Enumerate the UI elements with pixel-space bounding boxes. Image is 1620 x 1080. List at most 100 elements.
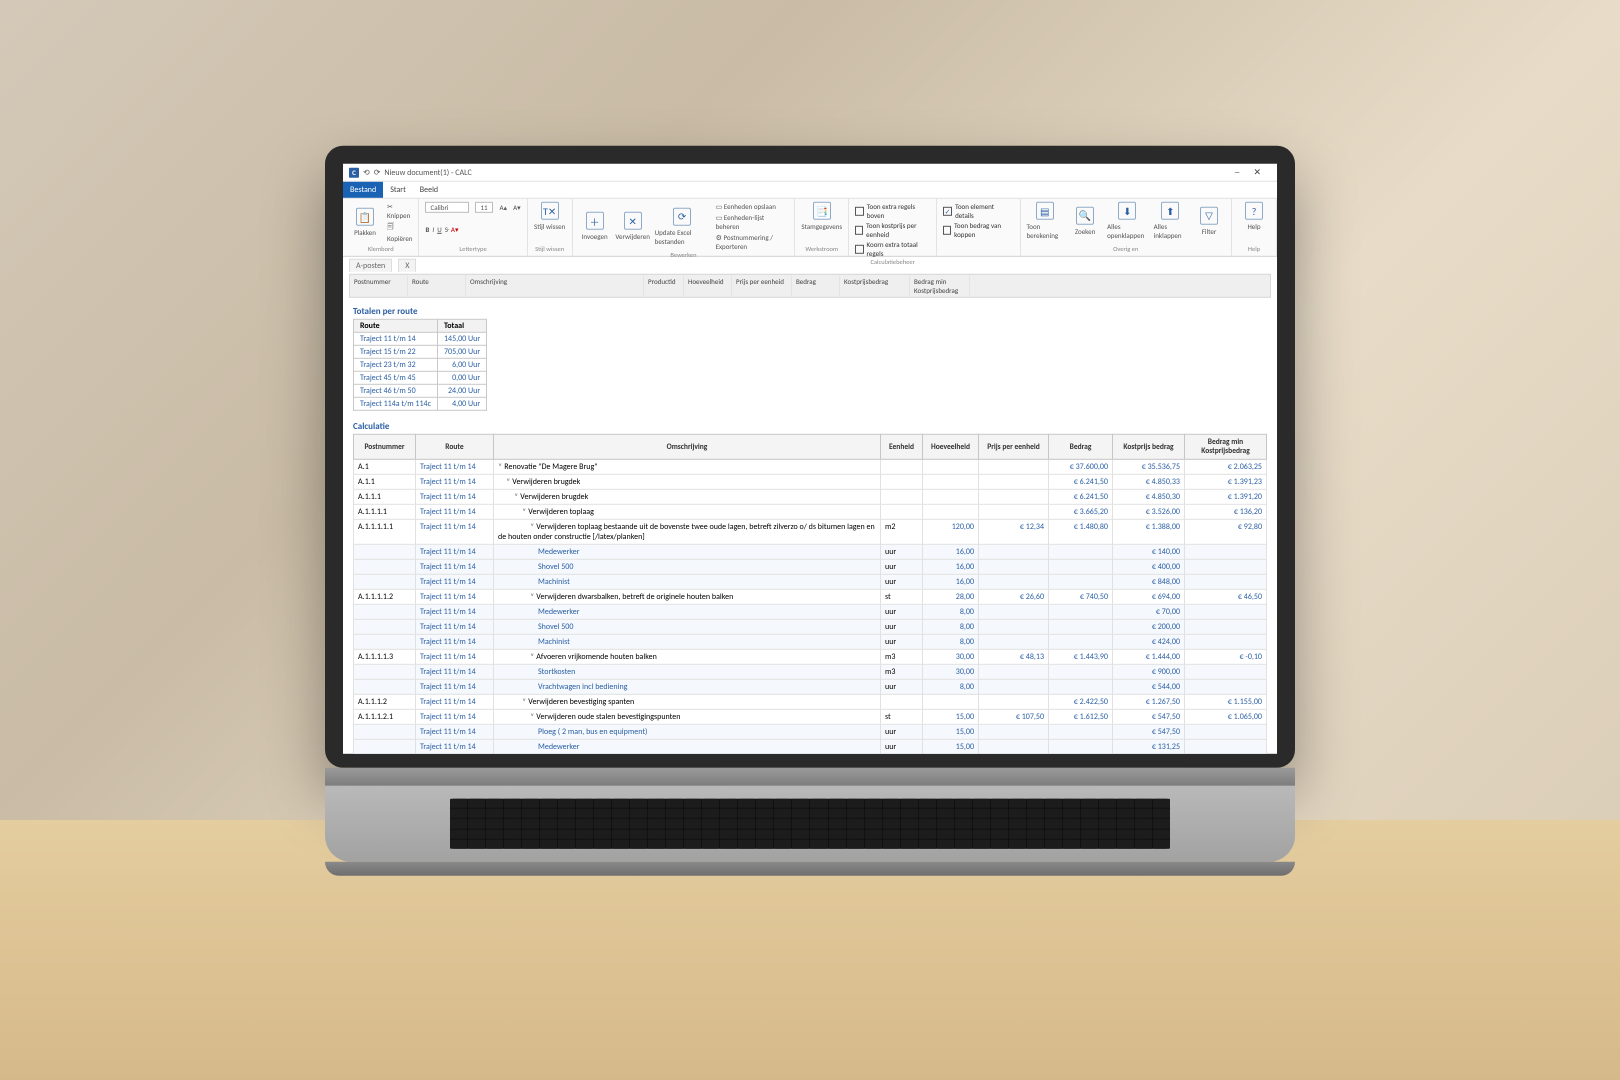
route-link[interactable]: Traject 11 t/m 14 bbox=[420, 507, 476, 517]
desc-link[interactable]: Stortkosten bbox=[538, 667, 575, 677]
doc-tab-close[interactable]: X bbox=[398, 259, 416, 272]
content-area: Totalen per route Route Totaal Traject 1… bbox=[343, 298, 1277, 754]
route-link[interactable]: Traject 114a t/m 114c bbox=[360, 399, 431, 409]
desc-link[interactable]: Medewerker bbox=[538, 607, 580, 617]
expand-icon[interactable]: ˅ bbox=[498, 462, 502, 472]
expand-icon[interactable]: ˅ bbox=[514, 492, 518, 502]
route-link[interactable]: Traject 11 t/m 14 bbox=[420, 522, 476, 532]
insert-button[interactable]: ＋Invoegen bbox=[579, 212, 611, 241]
expand-all-button[interactable]: ⬇Alles openklappen bbox=[1107, 202, 1148, 240]
route-link[interactable]: Traject 23 t/m 32 bbox=[360, 360, 416, 370]
expand-icon[interactable]: ˅ bbox=[530, 652, 534, 662]
show-calc-button[interactable]: ▤Toon berekening bbox=[1027, 202, 1064, 240]
route-link[interactable]: Traject 11 t/m 14 bbox=[420, 727, 476, 737]
desc-link[interactable]: Vrachtwagen incl bediening bbox=[538, 682, 627, 692]
route-link[interactable]: Traject 11 t/m 14 bbox=[420, 492, 476, 502]
route-link[interactable]: Traject 11 t/m 14 bbox=[420, 462, 476, 472]
calc-header[interactable]: Kostprijs bedrag bbox=[1113, 434, 1185, 459]
route-link[interactable]: Traject 11 t/m 14 bbox=[420, 477, 476, 487]
update-excel-button[interactable]: ⟳Update Excel bestanden bbox=[655, 207, 710, 245]
collapse-all-button[interactable]: ⬆Alles inklappen bbox=[1154, 202, 1187, 240]
calc-header[interactable]: Omschrijving bbox=[494, 434, 881, 459]
expand-icon[interactable]: ˅ bbox=[530, 712, 534, 722]
route-link[interactable]: Traject 11 t/m 14 bbox=[420, 652, 476, 662]
desc-link[interactable]: Machinist bbox=[538, 637, 570, 647]
bold-button[interactable]: B bbox=[425, 224, 429, 233]
strike-button[interactable]: S̶ bbox=[445, 224, 448, 233]
expand-icon[interactable]: ˅ bbox=[506, 477, 510, 487]
doc-tab[interactable]: A-posten bbox=[349, 259, 392, 272]
route-link[interactable]: Traject 15 t/m 22 bbox=[360, 347, 416, 357]
ribbon-tab-start[interactable]: Start bbox=[383, 182, 413, 198]
desc-link[interactable]: Medewerker bbox=[538, 742, 580, 752]
chk-element-details[interactable]: ✓Toon element details bbox=[943, 202, 1013, 220]
window-controls[interactable]: ─ ✕ bbox=[1235, 167, 1271, 178]
laptop-hinge bbox=[325, 768, 1295, 786]
calc-row: Traject 11 t/m 14Stortkostenm330,00€ 900… bbox=[354, 664, 1267, 679]
desc-link[interactable]: Ploeg ( 2 man, bus en equipment) bbox=[538, 727, 647, 737]
copy-button[interactable]: 🗐 Kopiëren bbox=[387, 222, 412, 243]
calc-header[interactable]: Hoeveelheid bbox=[923, 434, 979, 459]
ribbon-tab-bestand[interactable]: Bestand bbox=[343, 182, 383, 198]
calc-row: Traject 11 t/m 14Medewerkeruur15,00€ 131… bbox=[354, 739, 1267, 754]
chk-bedrag-koppen[interactable]: Toon bedrag van koppen bbox=[943, 221, 1013, 239]
cut-button[interactable]: ✂ Knippen bbox=[387, 202, 412, 220]
route-link[interactable]: Traject 11 t/m 14 bbox=[420, 742, 476, 752]
route-link[interactable]: Traject 46 t/m 50 bbox=[360, 386, 416, 396]
save-units-button[interactable]: ▭ Eenheden opslaan bbox=[716, 202, 776, 211]
calc-row: A.1.1.1.1Traject 11 t/m 14˅Verwijderen t… bbox=[354, 504, 1267, 519]
chk-kostprijs[interactable]: Toon kostprijs per eenheid bbox=[855, 221, 930, 239]
route-link[interactable]: Traject 11 t/m 14 bbox=[420, 637, 476, 647]
expand-icon[interactable]: ˅ bbox=[530, 522, 534, 532]
calc-header[interactable]: Route bbox=[416, 434, 494, 459]
route-link[interactable]: Traject 11 t/m 14 bbox=[420, 592, 476, 602]
expand-icon[interactable]: ˅ bbox=[522, 507, 526, 517]
route-link[interactable]: Traject 11 t/m 14 bbox=[420, 607, 476, 617]
desc-link[interactable]: Machinist bbox=[538, 577, 570, 587]
calc-header[interactable]: Prijs per eenheid bbox=[979, 434, 1049, 459]
desc-link[interactable]: Shovel 500 bbox=[538, 562, 573, 572]
font-color-button[interactable]: A▾ bbox=[451, 224, 459, 233]
calc-header[interactable]: Eenheid bbox=[881, 434, 923, 459]
route-link[interactable]: Traject 11 t/m 14 bbox=[420, 622, 476, 632]
help-button[interactable]: ?Help bbox=[1238, 202, 1270, 231]
route-link[interactable]: Traject 11 t/m 14 bbox=[420, 697, 476, 707]
route-link[interactable]: Traject 11 t/m 14 bbox=[420, 667, 476, 677]
route-link[interactable]: Traject 45 t/m 45 bbox=[360, 373, 416, 383]
font-shrink-icon[interactable]: A▾ bbox=[513, 203, 521, 212]
font-grow-icon[interactable]: A▴ bbox=[499, 203, 507, 212]
chk-extra-total[interactable]: Koorn extra totaal regels bbox=[855, 240, 930, 258]
totals-row: Traject 23 t/m 326,00 Uur bbox=[354, 358, 487, 371]
calc-header[interactable]: Postnummer bbox=[354, 434, 416, 459]
expand-icon[interactable]: ˅ bbox=[522, 697, 526, 707]
chk-extra-rows[interactable]: Toon extra regels boven bbox=[855, 202, 930, 220]
ribbon-group-font: Calibri 11 A▴ A▾ B I U S̶ A▾ Lettertype bbox=[419, 199, 527, 256]
stamgegevens-button[interactable]: 📑Stamgegevens bbox=[801, 202, 842, 231]
underline-button[interactable]: U bbox=[437, 224, 442, 233]
calc-header[interactable]: Bedrag bbox=[1049, 434, 1113, 459]
desc-link[interactable]: Medewerker bbox=[538, 547, 580, 557]
paste-button[interactable]: 📋Plakken bbox=[349, 208, 381, 237]
calc-header[interactable]: Bedrag min Kostprijsbedrag bbox=[1185, 434, 1267, 459]
route-link[interactable]: Traject 11 t/m 14 bbox=[420, 547, 476, 557]
filter-button[interactable]: ▽Filter bbox=[1193, 206, 1225, 235]
clear-style-button[interactable]: T✕Stijl wissen bbox=[534, 202, 566, 231]
route-link[interactable]: Traject 11 t/m 14 bbox=[420, 712, 476, 722]
ribbon-tab-beeld[interactable]: Beeld bbox=[413, 182, 445, 198]
desc-link[interactable]: Shovel 500 bbox=[538, 622, 573, 632]
route-link[interactable]: Traject 11 t/m 14 bbox=[420, 562, 476, 572]
delete-button[interactable]: ✕Verwijderen bbox=[617, 212, 649, 241]
chevron-up-icon: ⬆ bbox=[1161, 202, 1179, 220]
font-size-select[interactable]: 11 bbox=[475, 202, 493, 213]
font-name-select[interactable]: Calibri bbox=[425, 202, 469, 213]
manage-units-button[interactable]: ▭ Eenheden-lijst beheren bbox=[716, 213, 789, 231]
link-export-button[interactable]: ⚙ Postnummering / Exporteren bbox=[716, 233, 789, 251]
italic-button[interactable]: I bbox=[432, 224, 434, 233]
qat-redo-icon[interactable]: ⟳ bbox=[374, 167, 381, 177]
route-link[interactable]: Traject 11 t/m 14 bbox=[420, 682, 476, 692]
route-link[interactable]: Traject 11 t/m 14 bbox=[360, 334, 416, 344]
route-link[interactable]: Traject 11 t/m 14 bbox=[420, 577, 476, 587]
expand-icon[interactable]: ˅ bbox=[530, 592, 534, 602]
search-button[interactable]: 🔍Zoeken bbox=[1069, 206, 1101, 235]
qat-undo-icon[interactable]: ⟲ bbox=[363, 167, 370, 177]
